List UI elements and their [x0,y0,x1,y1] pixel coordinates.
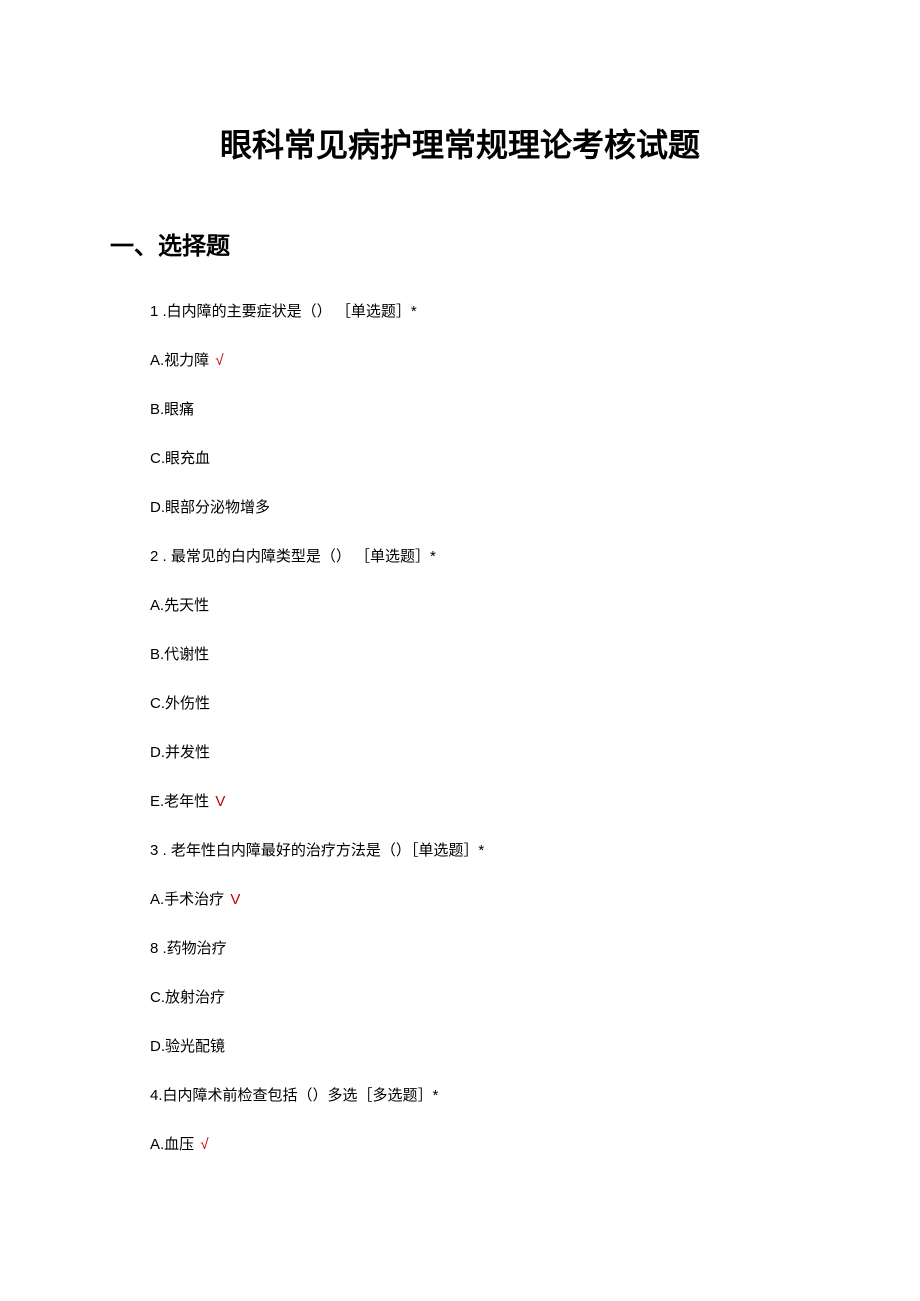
option-label: B.代谢性 [150,646,209,663]
option-label: 8 .药物治疗 [150,940,227,957]
option-item: A.视力障 √ [150,350,810,371]
option-item: 8 .药物治疗 [150,938,810,959]
question-stem: 3 . 老年性白内障最好的治疗方法是（）［单选题］* [150,840,810,861]
question-stem: 2 . 最常见的白内障类型是（） ［单选题］* [150,546,810,567]
option-item: C.放射治疗 [150,987,810,1008]
question-stem: 4.白内障术前检查包括（）多选［多选题］* [150,1085,810,1106]
option-item: C.眼充血 [150,448,810,469]
option-label: E.老年性 [150,793,209,810]
question-text-content: .白内障的主要症状是（） ［单选题］* [158,303,416,320]
option-item: A.先天性 [150,595,810,616]
option-label: C.眼充血 [150,450,210,467]
question-text-content: .白内障术前检查包括（）多选［多选题］* [158,1087,438,1104]
section-heading: 一、选择题 [110,226,810,261]
option-label: C.外伤性 [150,695,210,712]
option-label: C.放射治疗 [150,989,225,1006]
option-label: A.先天性 [150,597,209,614]
option-item: B.眼痛 [150,399,810,420]
check-mark-icon: √ [211,352,223,369]
option-label: D.并发性 [150,744,210,761]
option-label: D.验光配镜 [150,1038,225,1055]
option-item: B.代谢性 [150,644,810,665]
check-mark-icon: √ [196,1136,208,1153]
option-label: A.手术治疗 [150,891,224,908]
option-item: D.验光配镜 [150,1036,810,1057]
option-label: D.眼部分泌物增多 [150,499,270,516]
check-mark-icon: V [226,891,240,908]
check-mark-icon: V [211,793,225,810]
option-label: A.血压 [150,1136,194,1153]
question-block: 1 .白内障的主要症状是（） ［单选题］* A.视力障 √ B.眼痛 C.眼充血… [110,301,810,1155]
option-item: C.外伤性 [150,693,810,714]
question-text-content: . 老年性白内障最好的治疗方法是（）［单选题］* [158,842,484,859]
question-stem: 1 .白内障的主要症状是（） ［单选题］* [150,301,810,322]
question-text-content: . 最常见的白内障类型是（） ［单选题］* [158,548,436,565]
option-label: A.视力障 [150,352,209,369]
option-item: E.老年性 V [150,791,810,812]
option-item: A.手术治疗 V [150,889,810,910]
option-label: B.眼痛 [150,401,194,418]
option-item: D.眼部分泌物增多 [150,497,810,518]
option-item: D.并发性 [150,742,810,763]
option-item: A.血压 √ [150,1134,810,1155]
page-title: 眼科常见病护理常规理论考核试题 [110,120,810,166]
